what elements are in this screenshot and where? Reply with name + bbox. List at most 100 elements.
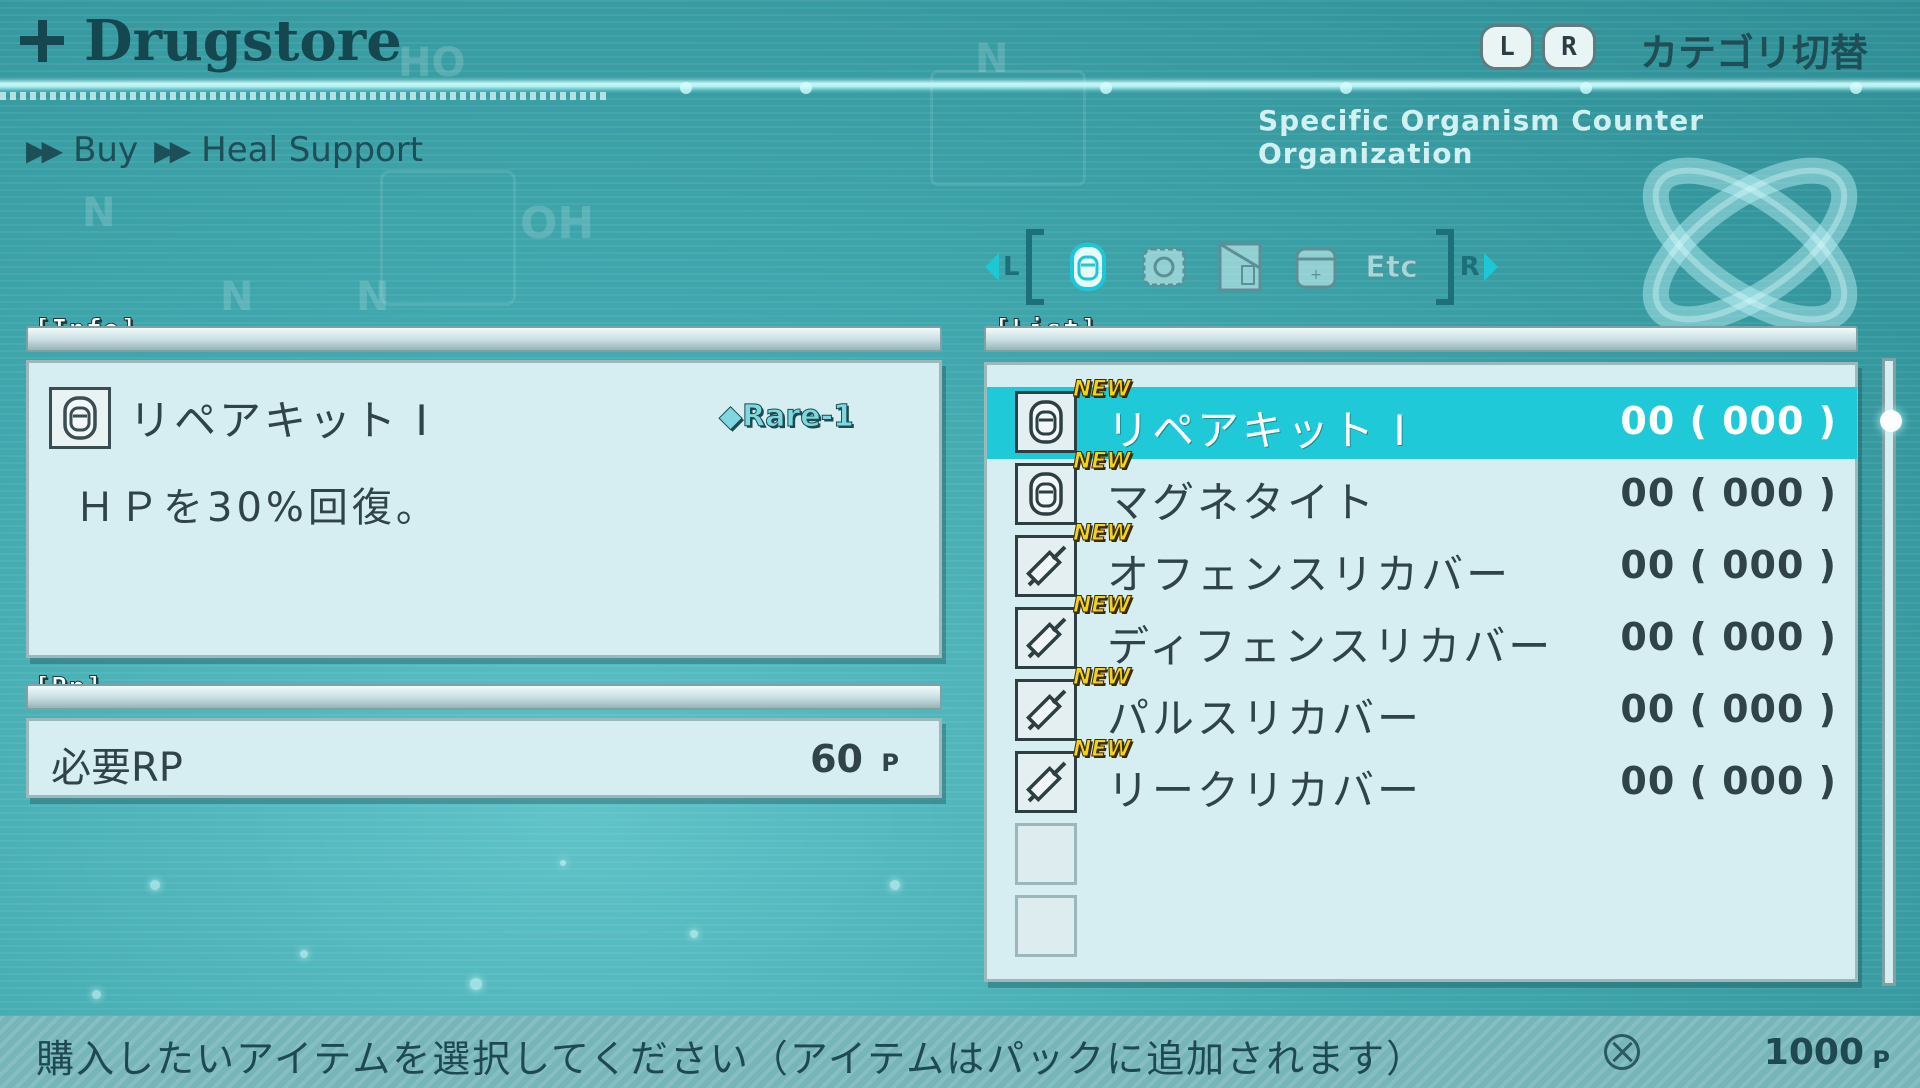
arrow-right-icon bbox=[1483, 253, 1498, 281]
scrollbar-thumb[interactable] bbox=[1880, 410, 1902, 432]
item-name: マグネタイト bbox=[1107, 478, 1378, 527]
bottle-icon bbox=[1069, 243, 1106, 291]
list-header-bar bbox=[984, 326, 1858, 352]
item-icon-box bbox=[1015, 391, 1077, 453]
tab-bracket-left bbox=[1025, 229, 1044, 305]
header: Drugstore L R カテゴリ切替 Specific Organism C… bbox=[0, 0, 1920, 170]
header-dot bbox=[680, 82, 692, 94]
syringe-icon bbox=[1025, 617, 1067, 659]
required-rp-value: 60 bbox=[810, 737, 863, 781]
item-name: オフェンスリカバー bbox=[1107, 550, 1512, 599]
list-item[interactable]: NEW リークリカバー 00 ( 000 ) bbox=[987, 737, 1857, 819]
breadcrumb-buy[interactable]: Buy bbox=[73, 130, 138, 170]
item-icon-box bbox=[1015, 679, 1077, 741]
l-key-button[interactable]: L bbox=[1480, 24, 1534, 70]
category-switch-label: カテゴリ切替 bbox=[1640, 31, 1869, 75]
gear-icon bbox=[1142, 247, 1186, 287]
empty-list-slot bbox=[987, 891, 1857, 963]
breadcrumb-arrow-icon: ▶▶ bbox=[26, 133, 63, 167]
header-dot bbox=[1850, 82, 1862, 94]
empty-list-slot bbox=[987, 819, 1857, 891]
sparkle bbox=[92, 990, 101, 999]
bg-chem-text: OH bbox=[520, 198, 595, 249]
tab-prev[interactable]: L bbox=[985, 252, 1020, 282]
info-item-icon-box bbox=[49, 387, 111, 449]
bg-chem-text: N bbox=[220, 274, 254, 320]
container-icon: + bbox=[1295, 247, 1337, 289]
empty-slot-box bbox=[1015, 823, 1077, 885]
syringe-icon bbox=[1025, 761, 1067, 803]
item-quantity: 00 ( 000 ) bbox=[1620, 543, 1837, 587]
rarity-text: Rare-1 bbox=[742, 399, 855, 435]
tab-bottle[interactable] bbox=[1058, 239, 1118, 295]
empty-slot-box bbox=[1015, 895, 1077, 957]
cancel-icon bbox=[1604, 1034, 1640, 1070]
plus-icon bbox=[16, 16, 66, 66]
rp-panel: 必要RP 60 P bbox=[26, 718, 942, 798]
list-scrollbar[interactable] bbox=[1882, 358, 1896, 986]
item-icon-box bbox=[1015, 751, 1077, 813]
item-list-panel: NEW リペアキット I 00 ( 000 ) NEW マグネタイト 00 ( … bbox=[984, 362, 1858, 982]
item-name: ディフェンスリカバー bbox=[1107, 622, 1554, 671]
item-icon-box bbox=[1015, 607, 1077, 669]
svg-text:+: + bbox=[1310, 267, 1322, 283]
tab-next-key: R bbox=[1459, 252, 1480, 282]
item-quantity: 00 ( 000 ) bbox=[1620, 759, 1837, 803]
sparkle bbox=[150, 880, 160, 890]
sparkle bbox=[690, 930, 698, 938]
bg-chem-text: N bbox=[82, 190, 116, 236]
r-key-button[interactable]: R bbox=[1542, 24, 1596, 70]
header-dot bbox=[1100, 82, 1112, 94]
syringe-icon bbox=[1025, 689, 1067, 731]
rp-header-bar bbox=[26, 684, 942, 710]
tab-etc[interactable]: Etc bbox=[1362, 239, 1422, 295]
bottle-icon bbox=[1029, 400, 1063, 444]
footer-instruction: 購入したいアイテムを選択してください（アイテムはパックに追加されます） bbox=[36, 1037, 1427, 1081]
tab-book[interactable] bbox=[1210, 239, 1270, 295]
header-divider-dots bbox=[0, 92, 610, 100]
sparkle bbox=[890, 880, 900, 890]
page-title: Drugstore bbox=[16, 6, 402, 76]
bg-hexagon bbox=[380, 170, 516, 306]
item-icon-box bbox=[1015, 535, 1077, 597]
info-panel: リペアキット I ◆Rare-1 ＨＰを30%回復。 bbox=[26, 360, 942, 658]
required-rp-unit: P bbox=[881, 749, 899, 777]
lr-key-group[interactable]: L R bbox=[1480, 24, 1596, 70]
bottle-icon bbox=[63, 396, 97, 440]
breadcrumb-heal-support: Heal Support bbox=[201, 130, 424, 170]
tab-container[interactable]: + bbox=[1286, 239, 1346, 295]
tab-next[interactable]: R bbox=[1460, 252, 1498, 282]
money-unit: P bbox=[1872, 1046, 1890, 1074]
rarity-badge: ◆Rare-1 bbox=[718, 399, 855, 435]
item-quantity: 00 ( 000 ) bbox=[1620, 615, 1837, 659]
sparkle bbox=[470, 978, 482, 990]
sparkle bbox=[560, 860, 566, 866]
item-quantity: 00 ( 000 ) bbox=[1620, 471, 1837, 515]
info-header-bar bbox=[26, 326, 942, 352]
header-divider bbox=[0, 78, 1920, 92]
info-item-name: リペアキット I bbox=[129, 396, 431, 445]
header-dot bbox=[1580, 82, 1592, 94]
money-amount: 1000 bbox=[1763, 1032, 1864, 1073]
footer: 購入したいアイテムを選択してください（アイテムはパックに追加されます） 1000… bbox=[0, 1016, 1920, 1088]
breadcrumb: ▶▶ Buy ▶▶ Heal Support bbox=[26, 130, 423, 170]
tab-bracket-right bbox=[1435, 229, 1454, 305]
header-dot bbox=[1340, 82, 1352, 94]
item-name: リペアキット I bbox=[1107, 406, 1409, 455]
header-dot bbox=[800, 82, 812, 94]
tab-prev-key: L bbox=[1003, 252, 1020, 282]
item-name: パルスリカバー bbox=[1107, 694, 1423, 743]
diamond-icon: ◆ bbox=[718, 399, 743, 435]
tab-gear[interactable] bbox=[1134, 239, 1194, 295]
item-quantity: 00 ( 000 ) bbox=[1620, 399, 1837, 443]
arrow-left-icon bbox=[985, 253, 999, 281]
category-tabs: L + Etc R bbox=[985, 229, 1498, 305]
item-icon-box bbox=[1015, 463, 1077, 525]
breadcrumb-arrow-icon: ▶▶ bbox=[154, 133, 191, 167]
syringe-icon bbox=[1025, 545, 1067, 587]
sparkle bbox=[300, 950, 308, 958]
item-name: リークリカバー bbox=[1107, 766, 1423, 815]
bottle-icon bbox=[1029, 472, 1063, 516]
item-quantity: 00 ( 000 ) bbox=[1620, 687, 1837, 731]
info-description: ＨＰを30%回復。 bbox=[75, 485, 440, 531]
